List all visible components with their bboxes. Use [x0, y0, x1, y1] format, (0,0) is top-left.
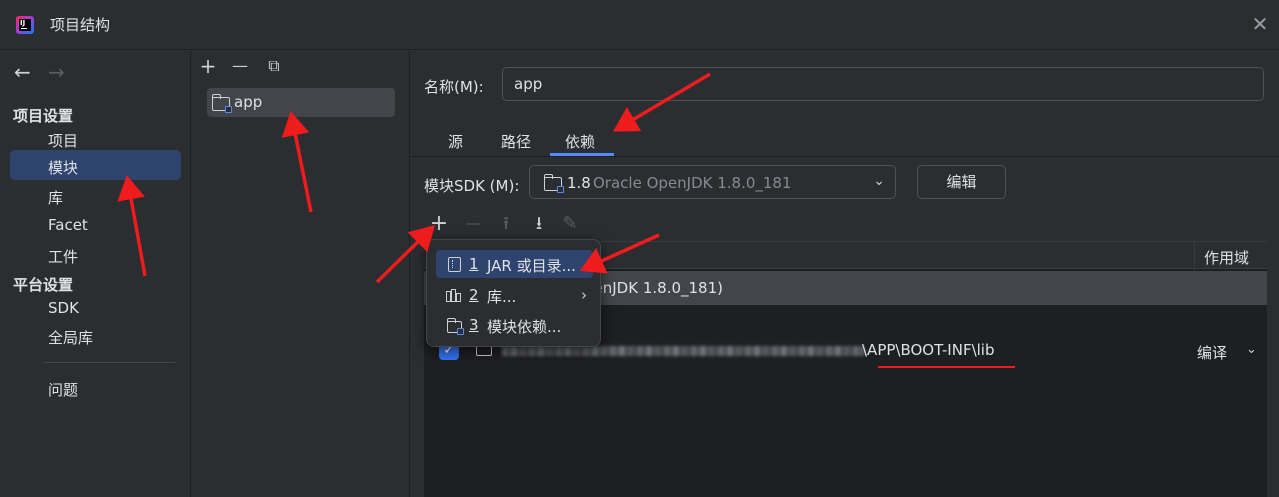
- intellij-logo-icon: IJ: [16, 16, 34, 34]
- settings-nav: ← → 项目设置 项目 模块 库 Facet 工件 平台设置 SDK 全局库 问…: [0, 51, 191, 497]
- column-divider: [1194, 242, 1195, 270]
- redacted-path: [502, 346, 864, 356]
- nav-item-libraries[interactable]: 库: [48, 187, 63, 208]
- module-folder-icon: [211, 94, 232, 113]
- popup-item-label: 库...: [487, 288, 517, 306]
- popup-item-library[interactable]: 2 库... ›: [436, 281, 593, 309]
- close-icon[interactable]: ✕: [1250, 14, 1270, 35]
- popup-item-number: 3: [469, 316, 479, 334]
- chevron-down-icon[interactable]: ⌄: [1246, 342, 1257, 357]
- popup-item-number: 2: [469, 286, 479, 304]
- nav-divider: [44, 362, 175, 363]
- jar-icon: [448, 257, 461, 272]
- nav-item-project[interactable]: 项目: [48, 130, 78, 151]
- popup-item-label: 模块依赖...: [487, 318, 562, 336]
- add-module-icon[interactable]: +: [198, 56, 218, 77]
- sdk-version: 1.8: [567, 174, 591, 192]
- nav-item-modules[interactable]: 模块: [48, 157, 78, 178]
- library-icon: [446, 289, 462, 302]
- popup-item-jar[interactable]: 1 JAR 或目录...: [436, 250, 593, 278]
- project-settings-header: 项目设置: [13, 107, 74, 125]
- name-label: 名称(M):: [424, 78, 484, 96]
- nav-item-sdks[interactable]: SDK: [48, 299, 79, 317]
- submenu-arrow-icon: ›: [581, 286, 587, 304]
- dependency-scope[interactable]: 编译: [1197, 342, 1227, 363]
- dependencies-toolbar: + — ⭱ ⭳ ✎: [424, 208, 1267, 241]
- nav-item-modules-selection[interactable]: [10, 150, 181, 180]
- forward-arrow-icon: →: [48, 60, 65, 84]
- title-bar: IJ 项目结构 ✕: [0, 0, 1279, 50]
- nav-item-problems[interactable]: 问题: [48, 379, 78, 400]
- remove-dependency-icon: —: [466, 216, 480, 232]
- edit-sdk-button[interactable]: 编辑: [917, 165, 1006, 199]
- tabs-divider: [411, 156, 1279, 157]
- module-sdk-select[interactable]: 1.8 Oracle OpenJDK 1.8.0_181 ⌄: [529, 165, 896, 199]
- add-dependency-icon[interactable]: +: [428, 213, 450, 235]
- window-title: 项目结构: [50, 16, 111, 34]
- move-down-icon[interactable]: ⭳: [528, 213, 550, 235]
- copy-module-icon[interactable]: ⧉: [264, 57, 284, 77]
- module-sdk-label: 模块SDK (M):: [424, 177, 520, 195]
- dependency-path: \APP\BOOT-INF\lib: [862, 341, 995, 359]
- add-dependency-popup: 1 JAR 或目录... 2 库... › 3 模块依赖...: [426, 239, 601, 347]
- sdk-folder-icon: [543, 174, 564, 193]
- back-arrow-icon[interactable]: ←: [14, 61, 31, 83]
- scope-column-header[interactable]: 作用域: [1204, 247, 1249, 268]
- move-up-icon: ⭱: [502, 213, 510, 234]
- nav-item-facets[interactable]: Facet: [48, 216, 88, 234]
- popup-item-label: JAR 或目录...: [487, 257, 576, 275]
- module-item-label: app: [234, 93, 263, 111]
- sdk-description: Oracle OpenJDK 1.8.0_181: [593, 174, 792, 192]
- tab-dependencies[interactable]: 依赖: [565, 131, 595, 152]
- edit-dependency-icon: ✎: [562, 213, 578, 234]
- chevron-down-icon: ⌄: [873, 173, 885, 189]
- nav-item-artifacts[interactable]: 工件: [48, 246, 78, 267]
- module-icon: [446, 318, 464, 335]
- tab-paths[interactable]: 路径: [501, 131, 531, 152]
- annotation-underline: [878, 366, 1015, 368]
- nav-item-global-libraries[interactable]: 全局库: [48, 327, 93, 348]
- popup-item-number: 1: [469, 255, 479, 273]
- jdk-dependency-label: penJDK 1.8.0_181): [584, 279, 723, 297]
- module-name-input[interactable]: [502, 67, 1264, 101]
- platform-settings-header: 平台设置: [13, 276, 74, 294]
- remove-module-icon[interactable]: —: [230, 57, 250, 77]
- module-item-app[interactable]: app: [207, 88, 395, 117]
- tab-sources[interactable]: 源: [448, 131, 463, 152]
- popup-item-module-dependency[interactable]: 3 模块依赖...: [436, 311, 593, 339]
- modules-panel: + — ⧉ app: [192, 51, 410, 497]
